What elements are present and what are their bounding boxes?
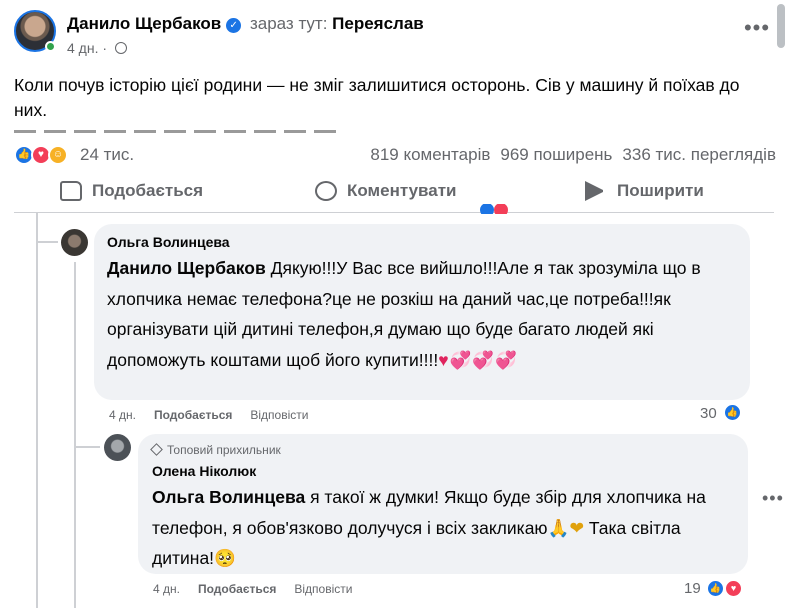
comment-reactions-count[interactable]: 30 — [700, 405, 717, 422]
post-actions-bar: Подобається Коментувати Поширити — [14, 172, 774, 210]
share-button[interactable]: Поширити — [585, 176, 704, 206]
share-button-label: Поширити — [617, 181, 704, 200]
commenter-avatar[interactable] — [61, 229, 88, 256]
comment-time[interactable]: 4 дн. — [109, 408, 136, 422]
comment-like-link[interactable]: Подобається — [154, 408, 232, 422]
reply-meta: 4 дн. Подобається Відповісти — [153, 582, 370, 596]
reply-thread-line — [74, 262, 76, 608]
actions-divider — [14, 212, 774, 213]
like-reaction-icon[interactable]: 👍 — [723, 403, 742, 422]
globe-icon — [114, 42, 127, 54]
comment-emojis: ♥💞💞💞 — [438, 349, 518, 370]
thread-line — [36, 213, 38, 608]
like-button-label: Подобається — [92, 181, 204, 200]
comment-reply-link[interactable]: Відповісти — [250, 408, 308, 422]
location-name[interactable]: Переяслав — [332, 14, 424, 33]
reply-branch — [74, 446, 100, 448]
like-button[interactable]: Подобається — [60, 176, 203, 206]
post-time[interactable]: 4 дн. — [67, 40, 98, 56]
comment-author[interactable]: Ольга Волинцева — [107, 234, 230, 250]
post-text-truncated — [14, 124, 344, 134]
reply-author[interactable]: Олена Ніколюк — [152, 463, 256, 479]
diamond-icon — [150, 443, 163, 456]
scrollbar-thumb[interactable] — [777, 4, 785, 48]
top-fan-label: Топовий прихильник — [167, 443, 281, 457]
thread-branch — [36, 241, 58, 243]
care-reaction-icon: ☺ — [48, 145, 68, 165]
comment-button[interactable]: Коментувати — [315, 176, 457, 206]
comment-bubble: Ольга Волинцева Данило Щербаков Дякую!!!… — [94, 224, 750, 400]
comment-mention[interactable]: Данило Щербаков — [107, 258, 266, 278]
reply-emoji-end: 🥺 — [214, 548, 236, 568]
reply-like-link[interactable]: Подобається — [198, 582, 276, 596]
comment-meta: 4 дн. Подобається Відповісти — [109, 408, 326, 422]
reply-reactions-count[interactable]: 19 — [684, 580, 701, 597]
reply-more-options-icon[interactable]: ••• — [762, 489, 786, 512]
post-text: Коли почув історію цієї родини — не зміг… — [14, 75, 740, 120]
comments-count[interactable]: 819 коментарів — [370, 145, 490, 164]
reactions-count[interactable]: 24 тис. — [80, 145, 134, 165]
partial-reaction-icons — [480, 204, 516, 214]
reply-time[interactable]: 4 дн. — [153, 582, 180, 596]
online-status-dot — [45, 41, 56, 52]
verified-badge-icon: ✓ — [226, 18, 242, 33]
reply-text: Ольга Волинцева я такої ж думки! Якщо бу… — [152, 482, 732, 574]
love-reaction-icon[interactable]: ♥ — [724, 579, 743, 598]
post-stats: 👍 ♥ ☺ 24 тис. 819 коментарів 969 поширень… — [14, 143, 784, 169]
speech-bubble-icon — [315, 181, 337, 201]
location-prefix: зараз тут: — [249, 14, 328, 33]
reply-mention[interactable]: Ольга Волинцева — [152, 487, 305, 507]
top-fan-badge: Топовий прихильник — [150, 443, 281, 457]
like-reaction-icon[interactable]: 👍 — [706, 579, 725, 598]
reply-reply-link[interactable]: Відповісти — [294, 582, 352, 596]
more-options-icon[interactable]: ••• — [740, 17, 774, 46]
reply-avatar[interactable] — [104, 434, 131, 461]
author-line: Данило Щербаков ✓ зараз тут: Переяслав — [67, 14, 424, 34]
reply-emojis-mid: 🙏❤ — [547, 517, 585, 538]
comment-button-label: Коментувати — [347, 181, 457, 200]
author-name[interactable]: Данило Щербаков — [67, 14, 221, 33]
views-count: 336 тис. переглядів — [622, 145, 776, 164]
reply-bubble: Топовий прихильник Олена Ніколюк Ольга В… — [138, 434, 748, 574]
thumbs-up-icon — [60, 181, 82, 201]
post-header: Данило Щербаков ✓ зараз тут: Переяслав 4 … — [14, 8, 774, 62]
engagement-stats: 819 коментарів 969 поширень 336 тис. перег… — [360, 145, 776, 165]
comment-text: Данило Щербаков Дякую!!!У Вас все вийшло… — [107, 253, 743, 375]
share-arrow-icon — [585, 181, 607, 201]
post-timestamp-row: 4 дн. · — [67, 40, 127, 56]
shares-count[interactable]: 969 поширень — [500, 145, 612, 164]
